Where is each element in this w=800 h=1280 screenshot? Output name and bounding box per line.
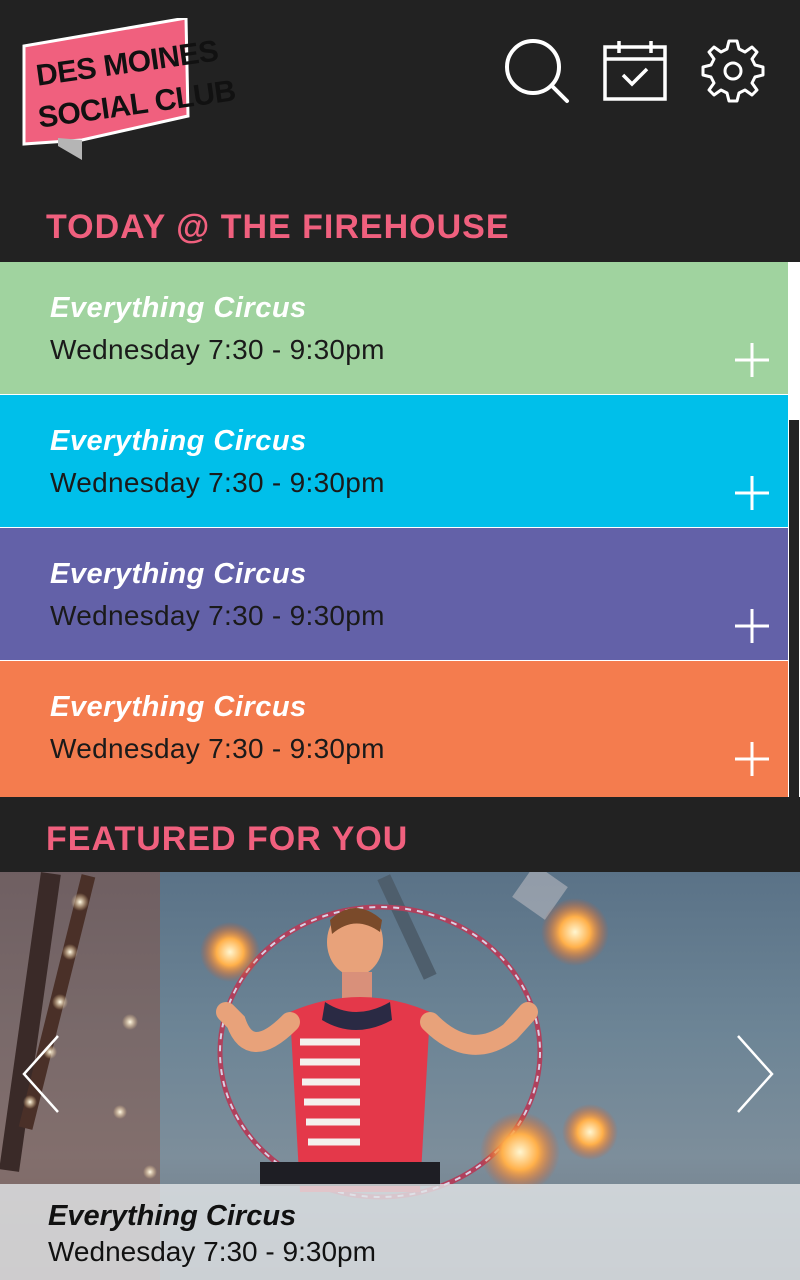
calendar-button[interactable] (600, 36, 670, 106)
event-title: Everything Circus (50, 292, 307, 324)
carousel-prev-arrow-icon[interactable] (18, 1032, 68, 1116)
search-icon (505, 39, 569, 103)
add-icon[interactable] (732, 473, 772, 513)
event-time: Wednesday 7:30 - 9:30pm (50, 467, 385, 498)
carousel-next-arrow-icon[interactable] (732, 1032, 782, 1116)
add-icon[interactable] (732, 340, 772, 380)
add-icon[interactable] (732, 739, 772, 779)
app-header: DES MOINES SOCIAL CLUB (0, 0, 800, 190)
event-card[interactable]: Everything Circus Wednesday 7:30 - 9:30p… (0, 262, 788, 395)
featured-carousel[interactable]: Everything Circus Wednesday 7:30 - 9:30p… (0, 872, 800, 1280)
add-icon[interactable] (732, 606, 772, 646)
today-event-list: Everything Circus Wednesday 7:30 - 9:30p… (0, 262, 788, 797)
scrollbar-thumb[interactable] (789, 420, 799, 797)
event-time: Wednesday 7:30 - 9:30pm (50, 600, 385, 631)
gear-icon (701, 39, 765, 103)
event-card[interactable]: Everything Circus Wednesday 7:30 - 9:30p… (0, 395, 788, 528)
event-title: Everything Circus (50, 691, 307, 723)
featured-caption[interactable]: Everything Circus Wednesday 7:30 - 9:30p… (0, 1184, 800, 1280)
logo[interactable]: DES MOINES SOCIAL CLUB (22, 16, 238, 168)
event-card[interactable]: Everything Circus Wednesday 7:30 - 9:30p… (0, 661, 788, 797)
event-title: Everything Circus (50, 558, 307, 590)
search-button[interactable] (502, 36, 572, 106)
event-time: Wednesday 7:30 - 9:30pm (50, 334, 385, 365)
settings-button[interactable] (698, 36, 768, 106)
featured-event-title: Everything Circus (48, 1200, 297, 1232)
featured-section-title: FEATURED FOR YOU (46, 820, 409, 858)
event-title: Everything Circus (50, 425, 307, 457)
today-section-title: TODAY @ THE FIREHOUSE (46, 208, 510, 246)
calendar-check-icon (603, 41, 667, 101)
event-time: Wednesday 7:30 - 9:30pm (50, 733, 385, 764)
featured-event-time: Wednesday 7:30 - 9:30pm (48, 1236, 376, 1267)
event-card[interactable]: Everything Circus Wednesday 7:30 - 9:30p… (0, 528, 788, 661)
